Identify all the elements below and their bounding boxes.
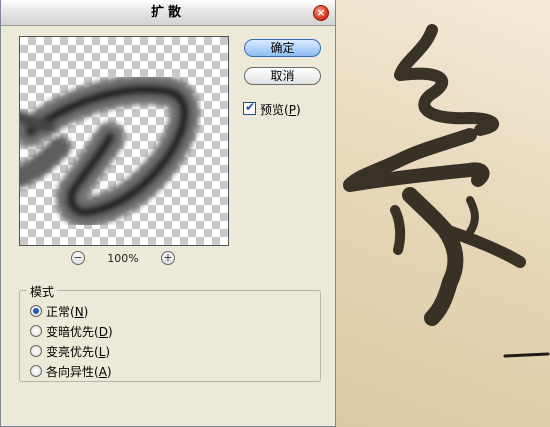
close-icon[interactable]: ×	[313, 5, 329, 21]
mode-legend: 模式	[27, 283, 58, 300]
mode-option-label: 各向异性(A)	[46, 365, 112, 379]
zoom-out-icon[interactable]: −	[71, 251, 85, 265]
radio-darken[interactable]	[30, 325, 42, 337]
mode-option-label: 变暗优先(D)	[46, 325, 113, 339]
preview-checkbox[interactable]: ✔	[243, 100, 256, 115]
zoom-in-icon[interactable]: +	[161, 251, 175, 265]
radio-anisotropic[interactable]	[30, 365, 42, 377]
preview-label: 预览(P)	[260, 103, 301, 117]
zoom-level: 100%	[107, 252, 139, 265]
checkmark-icon: ✔	[245, 100, 256, 114]
preview-canvas[interactable]	[19, 36, 229, 246]
preview-image	[20, 74, 200, 228]
diffuse-dialog: 扩散 × − 100% + 确定 取消 ✔ 预览(P) 模式 正常(N) 变暗优…	[0, 0, 336, 427]
cancel-button[interactable]: 取消	[244, 67, 321, 85]
radio-normal[interactable]	[30, 305, 42, 317]
zoom-controls: − 100% +	[19, 250, 229, 268]
mode-option-label: 变亮优先(L)	[46, 345, 111, 359]
title-bar[interactable]: 扩散 ×	[1, 0, 335, 26]
mode-option-label: 正常(N)	[46, 305, 89, 319]
mode-group: 模式 正常(N) 变暗优先(D) 变亮优先(L) 各向异性(A)	[19, 283, 321, 382]
dialog-title: 扩散	[150, 5, 185, 20]
ok-button[interactable]: 确定	[244, 39, 321, 57]
radio-lighten[interactable]	[30, 345, 42, 357]
